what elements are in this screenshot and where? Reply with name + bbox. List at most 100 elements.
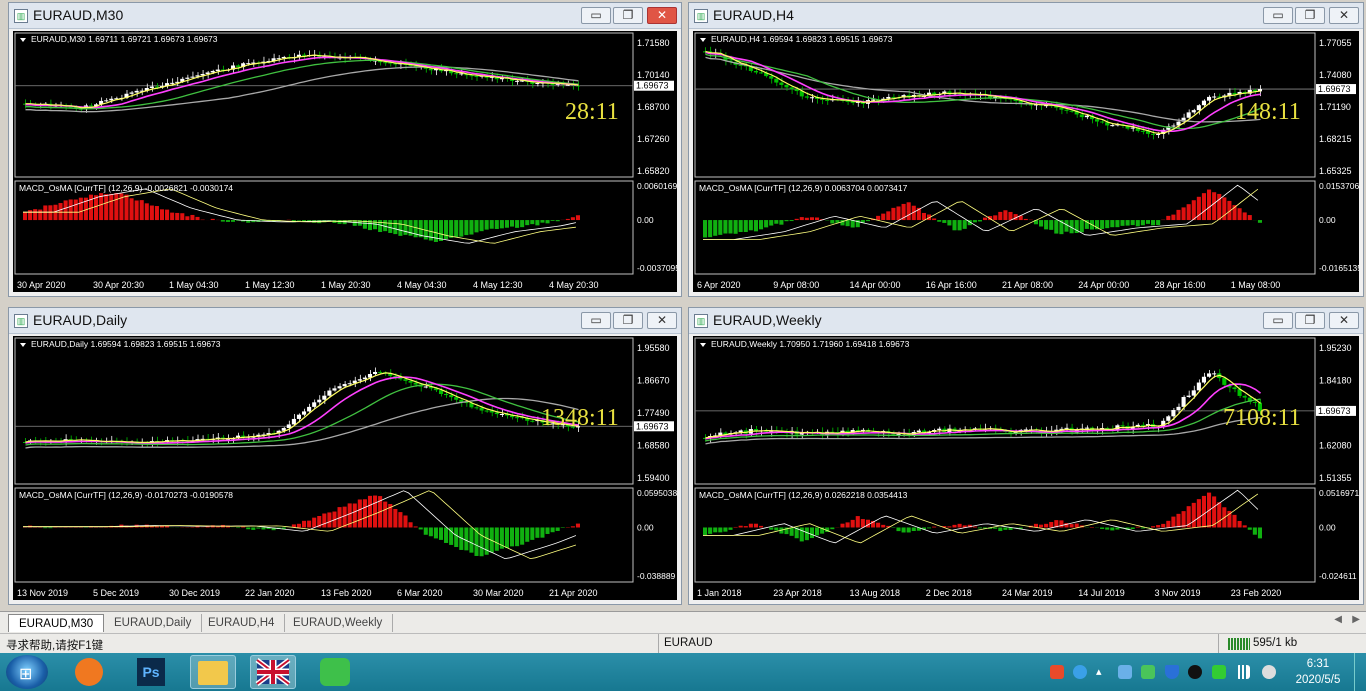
macd-histogram-bar [723, 220, 728, 234]
candle-body [454, 397, 459, 400]
tray-network-app-icon[interactable] [1118, 665, 1132, 679]
window-titlebar[interactable]: ▥ EURAUD,Weekly ▭ ❐ ✕ [689, 308, 1363, 334]
maximize-button[interactable]: ❐ [613, 7, 643, 24]
tray-signal-icon[interactable] [1236, 665, 1250, 679]
time-axis-label: 23 Feb 2020 [1231, 588, 1282, 598]
tray-qq-icon[interactable] [1188, 665, 1202, 679]
macd-histogram-bar [38, 209, 43, 221]
maximize-button[interactable]: ❐ [1295, 312, 1325, 329]
chart-info-label: EURAUD,Daily 1.69594 1.69823 1.69515 1.6… [31, 339, 221, 349]
chart-window-m30[interactable]: ▥ EURAUD,M30 ▭ ❐ ✕ 1.71580 1.70140 1.68700… [8, 2, 682, 297]
window-titlebar[interactable]: ▥ EURAUD,H4 ▭ ❐ ✕ [689, 3, 1363, 29]
macd-histogram-bar [1257, 220, 1262, 223]
macd-scale-label: 0.0516971 [1319, 488, 1359, 498]
folder-icon [198, 661, 228, 685]
macd-scale-label: 0.0060169 [637, 181, 677, 191]
tray-ime-icon[interactable] [1050, 665, 1064, 679]
macd-histogram-bar [175, 212, 180, 221]
taskbar-app-browser[interactable] [66, 655, 112, 689]
macd-histogram-bar [246, 527, 251, 530]
chart-area[interactable]: 1.952301.841801.731301.620801.513551.696… [693, 336, 1359, 600]
candle-body [825, 99, 830, 101]
taskbar-app-metatrader[interactable] [250, 655, 296, 689]
macd-histogram-bar [993, 215, 998, 221]
candle-body [1207, 373, 1212, 377]
chart-area[interactable]: 1.77055 1.74080 1.71190 1.68215 1.65325 1.696… [693, 31, 1359, 292]
chart-info-label: EURAUD,H4 1.69594 1.69823 1.69515 1.6967… [711, 34, 893, 44]
taskbar-app-wechat[interactable] [312, 655, 358, 689]
macd-histogram-bar [983, 217, 988, 221]
macd-histogram-bar [1242, 212, 1247, 221]
macd-pane-frame [14, 487, 634, 583]
macd-histogram-bar [504, 527, 509, 549]
tab-euraud-weekly[interactable]: EURAUD,Weekly [283, 614, 394, 632]
tab-euraud-m30[interactable]: EURAUD,M30 [8, 614, 105, 632]
candle-body [449, 395, 454, 398]
chart-area[interactable]: 1.71580 1.70140 1.68700 1.67260 1.65820 1.696… [13, 31, 677, 292]
ma-mid-line [25, 376, 579, 444]
tab-scroll-left-icon[interactable]: ◀ [1334, 614, 1342, 625]
window-title: EURAUD,H4 [713, 7, 794, 23]
start-button[interactable]: ⊞ [6, 655, 48, 689]
macd-histogram-bar [398, 512, 403, 528]
candle-body [1191, 110, 1196, 113]
maximize-button[interactable]: ❐ [1295, 7, 1325, 24]
macd-histogram-bar [1217, 193, 1222, 221]
macd-histogram-bar [1191, 502, 1196, 528]
macd-info-label: MACD_OsMA [CurrTF] (12,26,9) 0.0262218 0… [699, 490, 908, 500]
time-axis-label: 24 Mar 2019 [1002, 588, 1053, 598]
macd-histogram-bar [210, 218, 215, 221]
candle-body [1151, 133, 1156, 135]
maximize-button[interactable]: ❐ [613, 312, 643, 329]
macd-histogram-bar [998, 527, 1003, 532]
macd-histogram-bar [845, 220, 850, 227]
close-button[interactable]: ✕ [647, 7, 677, 24]
chart-window-weekly[interactable]: ▥ EURAUD,Weekly ▭ ❐ ✕ 1.952301.841801.73… [688, 307, 1364, 605]
tray-volume-icon[interactable] [1262, 665, 1276, 679]
tab-euraud-daily[interactable]: EURAUD,Daily [104, 614, 203, 632]
candle-body [373, 371, 378, 374]
window-titlebar[interactable]: ▥ EURAUD,M30 ▭ ❐ ✕ [9, 3, 681, 29]
macd-histogram-bar [1044, 220, 1049, 230]
chart-area[interactable]: 1.95580 1.86670 1.77490 1.68580 1.59400 1.696… [13, 336, 677, 600]
tray-security-icon[interactable] [1212, 665, 1226, 679]
macd-histogram-bar [728, 527, 733, 530]
macd-histogram-bar [998, 211, 1003, 221]
close-button[interactable]: ✕ [647, 312, 677, 329]
macd-histogram-bar [1145, 220, 1150, 224]
macd-histogram-bar [789, 527, 794, 536]
connection-bars-icon [1228, 638, 1250, 650]
candle-body [215, 69, 220, 71]
time-axis-label: 14 Apr 00:00 [850, 280, 901, 290]
macd-histogram-bar [972, 220, 977, 223]
chart-window-daily[interactable]: ▥ EURAUD,Daily ▭ ❐ ✕ 1.95580 1.86670 1.774… [8, 307, 682, 605]
macd-histogram-bar [794, 218, 799, 221]
macd-histogram-bar [993, 527, 998, 529]
tab-euraud-h4[interactable]: EURAUD,H4 [198, 614, 286, 632]
tray-wechat-icon[interactable] [1141, 665, 1155, 679]
tray-shield-icon[interactable] [1165, 665, 1179, 679]
close-button[interactable]: ✕ [1329, 312, 1359, 329]
minimize-button[interactable]: ▭ [1263, 7, 1293, 24]
taskbar-app-photoshop[interactable]: Ps [128, 655, 174, 689]
tray-expand-icon[interactable]: ▴ [1096, 665, 1110, 679]
taskbar-app-explorer[interactable] [190, 655, 236, 689]
tab-scroll-right-icon[interactable]: ▶ [1352, 614, 1360, 625]
minimize-button[interactable]: ▭ [1263, 312, 1293, 329]
macd-histogram-bar [809, 217, 814, 221]
minimize-button[interactable]: ▭ [581, 312, 611, 329]
show-desktop-button[interactable] [1354, 653, 1366, 691]
ma-mid-line [705, 383, 1261, 440]
close-button[interactable]: ✕ [1329, 7, 1359, 24]
price-scale-label: 1.68700 [637, 102, 670, 112]
chart-window-h4[interactable]: ▥ EURAUD,H4 ▭ ❐ ✕ 1.77055 1.74080 1.71190 1… [688, 2, 1364, 297]
candle-body [383, 62, 388, 64]
tray-help-icon[interactable] [1073, 665, 1087, 679]
system-clock[interactable]: 6:31 2020/5/5 [1292, 656, 1344, 688]
macd-histogram-bar [73, 199, 78, 221]
minimize-button[interactable]: ▭ [581, 7, 611, 24]
macd-histogram-bar [1100, 220, 1105, 229]
candle-body [149, 86, 154, 89]
window-titlebar[interactable]: ▥ EURAUD,Daily ▭ ❐ ✕ [9, 308, 681, 334]
macd-histogram-bar [362, 499, 367, 528]
